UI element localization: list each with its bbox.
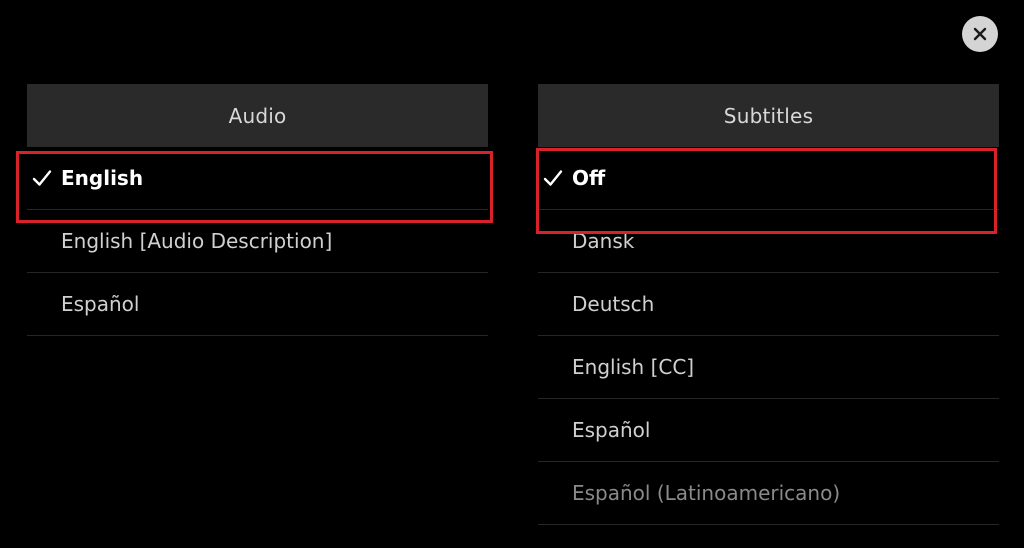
- option-label: Deutsch: [572, 292, 655, 316]
- audio-option-english-audio-description[interactable]: English [Audio Description]: [27, 210, 488, 273]
- subtitle-option-english-cc[interactable]: English [CC]: [538, 336, 999, 399]
- subtitles-title: Subtitles: [723, 103, 814, 128]
- option-label: Español: [61, 292, 140, 316]
- option-label: English: [61, 166, 144, 190]
- subtitle-option-espanol[interactable]: Español: [538, 399, 999, 462]
- audio-option-espanol[interactable]: Español: [27, 273, 488, 336]
- option-label: Dansk: [572, 229, 635, 253]
- close-button[interactable]: [962, 16, 998, 52]
- option-label: English [CC]: [572, 355, 695, 379]
- subtitles-header: Subtitles: [538, 84, 999, 147]
- close-icon: [973, 27, 987, 41]
- subtitle-option-espanol-latinoamericano[interactable]: Español (Latinoamericano): [538, 462, 999, 525]
- subtitle-option-dansk[interactable]: Dansk: [538, 210, 999, 273]
- subtitle-option-off[interactable]: Off: [538, 147, 999, 210]
- subtitles-panel: Subtitles Off Dansk Deutsch English [CC]…: [538, 84, 999, 525]
- checkmark-icon: [32, 170, 52, 186]
- audio-title: Audio: [228, 103, 287, 128]
- option-label: English [Audio Description]: [61, 229, 333, 253]
- subtitle-option-deutsch[interactable]: Deutsch: [538, 273, 999, 336]
- option-label: Español (Latinoamericano): [572, 481, 841, 505]
- option-label: Español: [572, 418, 651, 442]
- audio-panel: Audio English English [Audio Description…: [27, 84, 488, 336]
- checkmark-icon: [543, 170, 563, 186]
- audio-option-english[interactable]: English: [27, 147, 488, 210]
- option-label: Off: [572, 166, 606, 190]
- audio-header: Audio: [27, 84, 488, 147]
